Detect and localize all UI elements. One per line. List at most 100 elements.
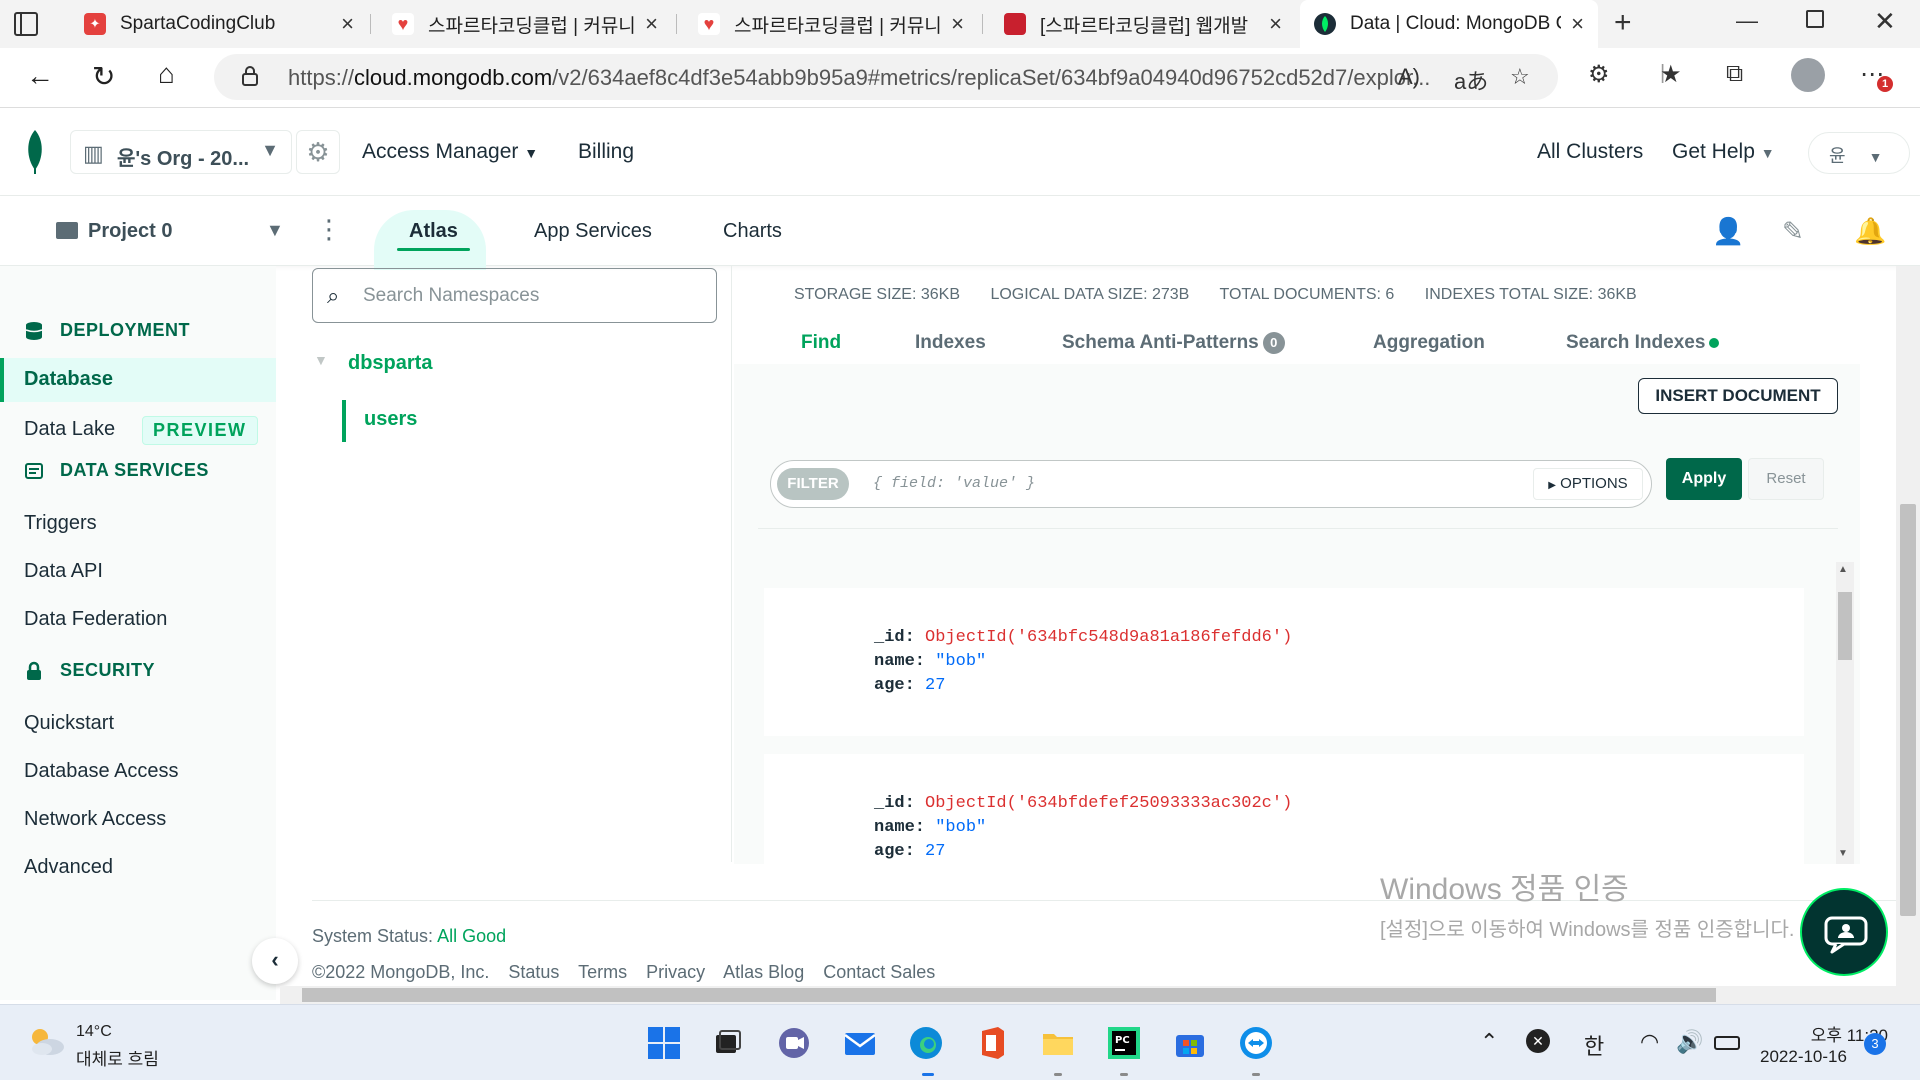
tab-charts[interactable]: Charts [723, 220, 782, 243]
footer-link-terms[interactable]: Terms [578, 962, 627, 982]
status-value[interactable]: All Good [437, 926, 506, 946]
restore-icon[interactable] [1806, 10, 1824, 28]
home-icon[interactable]: ⌂ [158, 58, 175, 90]
scroll-thumb[interactable] [1838, 592, 1852, 660]
close-tab-icon[interactable]: × [1269, 11, 1282, 37]
reload-icon[interactable]: ↻ [92, 60, 115, 93]
close-tab-icon[interactable]: × [341, 11, 354, 37]
teams-chat-icon[interactable] [776, 1025, 812, 1061]
wifi-icon[interactable]: ◠ [1640, 1029, 1659, 1055]
tab-schema-anti-patterns[interactable]: Schema Anti-Patterns 0 [1062, 332, 1285, 354]
browser-tab-2[interactable]: ♥ 스파르타코딩클럽 | 커뮤니 × [378, 0, 672, 48]
scroll-down-icon[interactable]: ▼ [1838, 848, 1848, 859]
document-card[interactable]: _id: ObjectId('634bfc548d9a81a186fefdd6'… [764, 588, 1804, 736]
footer-link-status[interactable]: Status [508, 962, 559, 982]
notification-count-badge[interactable]: 3 [1864, 1033, 1886, 1055]
database-node[interactable]: dbsparta [348, 352, 432, 375]
sidebar-item-data-federation[interactable]: Data Federation [24, 608, 167, 631]
office-icon[interactable] [974, 1025, 1010, 1061]
sidebar-item-advanced[interactable]: Advanced [24, 856, 113, 879]
mail-icon[interactable] [842, 1025, 878, 1061]
access-manager-menu[interactable]: Access Manager ▼ [362, 140, 538, 164]
close-tab-icon[interactable]: × [1571, 11, 1584, 37]
billing-link[interactable]: Billing [578, 140, 634, 164]
scroll-thumb[interactable] [1900, 504, 1916, 916]
browser-tab-5-active[interactable]: Data | Cloud: MongoDB Cl × [1300, 0, 1598, 48]
caret-down-icon[interactable]: ▼ [314, 352, 328, 368]
sidebar-item-database-access[interactable]: Database Access [24, 760, 179, 783]
footer-link-privacy[interactable]: Privacy [646, 962, 705, 982]
tab-aggregation[interactable]: Aggregation [1373, 332, 1485, 354]
sidebar-item-database[interactable]: Database [24, 368, 113, 391]
mongodb-leaf-icon[interactable] [24, 130, 46, 174]
file-explorer-icon[interactable] [1040, 1025, 1076, 1061]
footer-link-atlas-blog[interactable]: Atlas Blog [723, 962, 804, 982]
alerts-bell-icon[interactable]: 🔔 [1854, 216, 1886, 247]
org-settings-gear-icon[interactable]: ⚙ [296, 130, 340, 174]
tab-app-services[interactable]: App Services [534, 220, 652, 243]
sidebar-item-data-lake[interactable]: Data Lake [24, 418, 115, 441]
filter-input[interactable]: { field: 'value' } [873, 475, 1035, 492]
browser-tab-3[interactable]: ♥ 스파르타코딩클럽 | 커뮤니 × [684, 0, 978, 48]
weather-temperature[interactable]: 14°C [76, 1023, 112, 1041]
teamviewer-icon[interactable] [1238, 1025, 1274, 1061]
project-selector[interactable]: Project 0 [88, 220, 172, 243]
edge-browser-icon[interactable] [908, 1025, 944, 1061]
options-button[interactable]: ▶ OPTIONS [1533, 468, 1643, 500]
start-windows-icon[interactable] [646, 1025, 682, 1061]
collapse-sidebar-button[interactable]: ‹ [252, 938, 298, 984]
user-menu[interactable]: 윤 ▼ [1808, 132, 1910, 174]
invite-user-icon[interactable]: 👤 [1712, 216, 1744, 247]
task-view-icon[interactable] [710, 1025, 746, 1061]
volume-icon[interactable]: 🔊 [1676, 1029, 1703, 1055]
namespace-search-input[interactable]: ⌕ Search Namespaces [312, 268, 717, 323]
scroll-up-icon[interactable]: ▲ [1838, 564, 1848, 575]
caret-down-icon[interactable]: ▼ [266, 220, 284, 241]
org-switcher[interactable]: ▥ 윤's Org - 20... ▼ [70, 130, 292, 174]
url-field[interactable]: https://cloud.mongodb.com/v2/634aef8c4df… [214, 54, 1558, 100]
all-clusters-link[interactable]: All Clusters [1537, 140, 1643, 164]
microsoft-store-icon[interactable] [1172, 1025, 1208, 1061]
browser-tab-4[interactable]: [스파르타코딩클럽] 웹개발 × [990, 0, 1296, 48]
minimize-icon[interactable]: — [1736, 8, 1758, 34]
pycharm-icon[interactable]: PC [1106, 1025, 1142, 1061]
horizontal-scrollbar[interactable] [280, 986, 1896, 1004]
battery-icon[interactable] [1714, 1036, 1740, 1050]
weather-description[interactable]: 대체로 흐림 [76, 1045, 159, 1070]
close-tab-icon[interactable]: × [645, 11, 658, 37]
activity-feed-icon[interactable]: ✎ [1782, 216, 1804, 247]
tab-indexes[interactable]: Indexes [915, 332, 986, 354]
chat-support-button[interactable] [1800, 888, 1888, 976]
extensions-icon[interactable]: ⚙ [1588, 60, 1610, 89]
collection-node-users[interactable]: users [364, 408, 417, 431]
profile-avatar[interactable] [1791, 58, 1825, 92]
insert-document-button[interactable]: INSERT DOCUMENT [1638, 378, 1838, 414]
project-more-icon[interactable]: ⋮ [316, 214, 342, 245]
sidebar-item-quickstart[interactable]: Quickstart [24, 712, 114, 735]
footer-link-contact-sales[interactable]: Contact Sales [823, 962, 935, 982]
tab-search-indexes[interactable]: Search Indexes [1566, 332, 1720, 354]
new-tab-icon[interactable]: + [1614, 6, 1632, 40]
get-help-menu[interactable]: Get Help ▼ [1672, 140, 1775, 164]
sidebar-item-network-access[interactable]: Network Access [24, 808, 166, 831]
translate-icon[interactable]: aあ [1454, 64, 1488, 96]
show-hidden-icons[interactable]: ⌃ [1480, 1029, 1498, 1055]
back-icon[interactable]: ← [26, 60, 54, 92]
close-tab-icon[interactable]: × [951, 11, 964, 37]
partly-cloudy-icon[interactable] [26, 1025, 66, 1057]
sidebar-item-triggers[interactable]: Triggers [24, 512, 97, 535]
filter-bar[interactable]: FILTER { field: 'value' } ▶ OPTIONS [770, 460, 1652, 508]
app-tray-icon[interactable]: ✕ [1526, 1029, 1550, 1053]
tab-find[interactable]: Find [801, 332, 841, 354]
close-window-icon[interactable]: ✕ [1874, 6, 1896, 37]
clock-date[interactable]: 2022-10-16 [1760, 1047, 1847, 1067]
browser-tab-1[interactable]: ✦ SpartaCodingClub × [70, 0, 368, 48]
apply-button[interactable]: Apply [1666, 458, 1742, 500]
page-scrollbar[interactable] [1896, 266, 1920, 1004]
collections-icon[interactable]: ⧉ [1726, 60, 1743, 88]
sidebar-item-data-api[interactable]: Data API [24, 560, 103, 583]
add-favorite-icon[interactable]: ☆ [1510, 64, 1530, 90]
ime-indicator[interactable]: 한 [1584, 1029, 1604, 1061]
read-aloud-icon[interactable]: A) [1398, 64, 1420, 90]
tab-atlas[interactable]: Atlas [409, 220, 458, 243]
